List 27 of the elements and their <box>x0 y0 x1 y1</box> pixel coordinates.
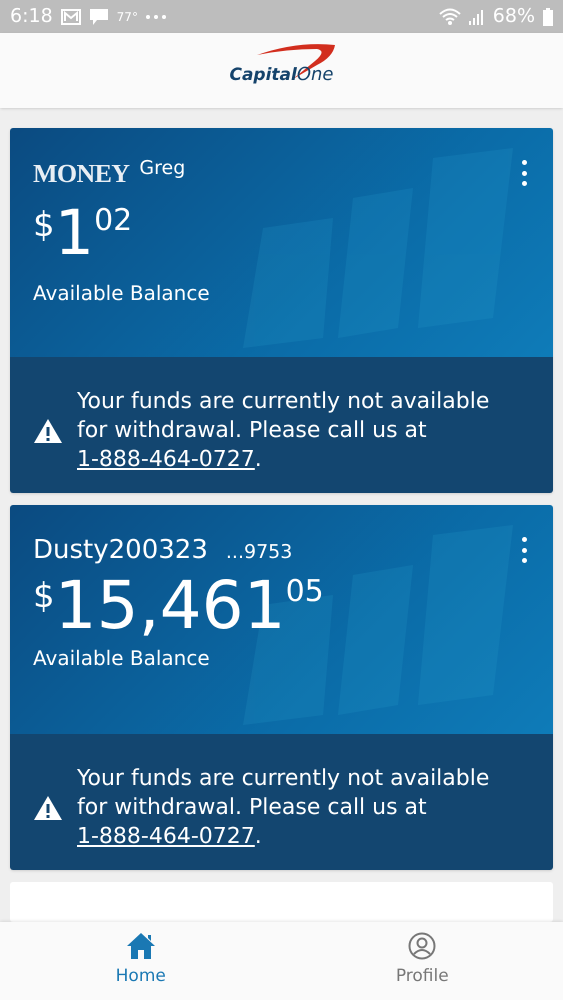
notice-text: Your funds are currently not available for withdrawal. Please call us at 1-888-464-0727. <box>77 765 490 851</box>
balance-label: Available Balance <box>33 645 211 672</box>
phone-link[interactable]: 1-888-464-0727 <box>77 447 255 472</box>
phone-link[interactable]: 1-888-464-0727 <box>77 824 255 849</box>
battery-percent: 68% <box>492 4 535 30</box>
warning-icon <box>33 418 63 444</box>
message-icon <box>88 8 109 26</box>
more-icon <box>146 14 166 18</box>
account-number: ...9753 <box>226 540 292 565</box>
status-temperature: 77° <box>116 8 138 26</box>
warning-icon <box>33 794 63 820</box>
nav-tab[interactable]: Home <box>0 922 282 1000</box>
nav-tab[interactable]: Profile <box>282 922 563 1000</box>
status-time: 6:18 <box>10 4 53 30</box>
wifi-icon <box>438 8 461 26</box>
brand-logo: MONEY <box>33 158 130 190</box>
signal-icon <box>468 8 485 24</box>
home-icon <box>126 932 156 960</box>
account-name: Greg <box>139 156 186 181</box>
notice-text: Your funds are currently not available for withdrawal. Please call us at 1-888-464-0727. <box>77 388 490 474</box>
profile-icon <box>408 932 436 960</box>
balance-label: Available Balance <box>33 280 211 307</box>
mail-icon <box>60 8 81 24</box>
logo-text: One <box>296 62 334 87</box>
battery-icon <box>543 8 553 26</box>
account-name: Dusty200323 <box>33 534 208 567</box>
logo-text: Capital <box>229 64 297 87</box>
